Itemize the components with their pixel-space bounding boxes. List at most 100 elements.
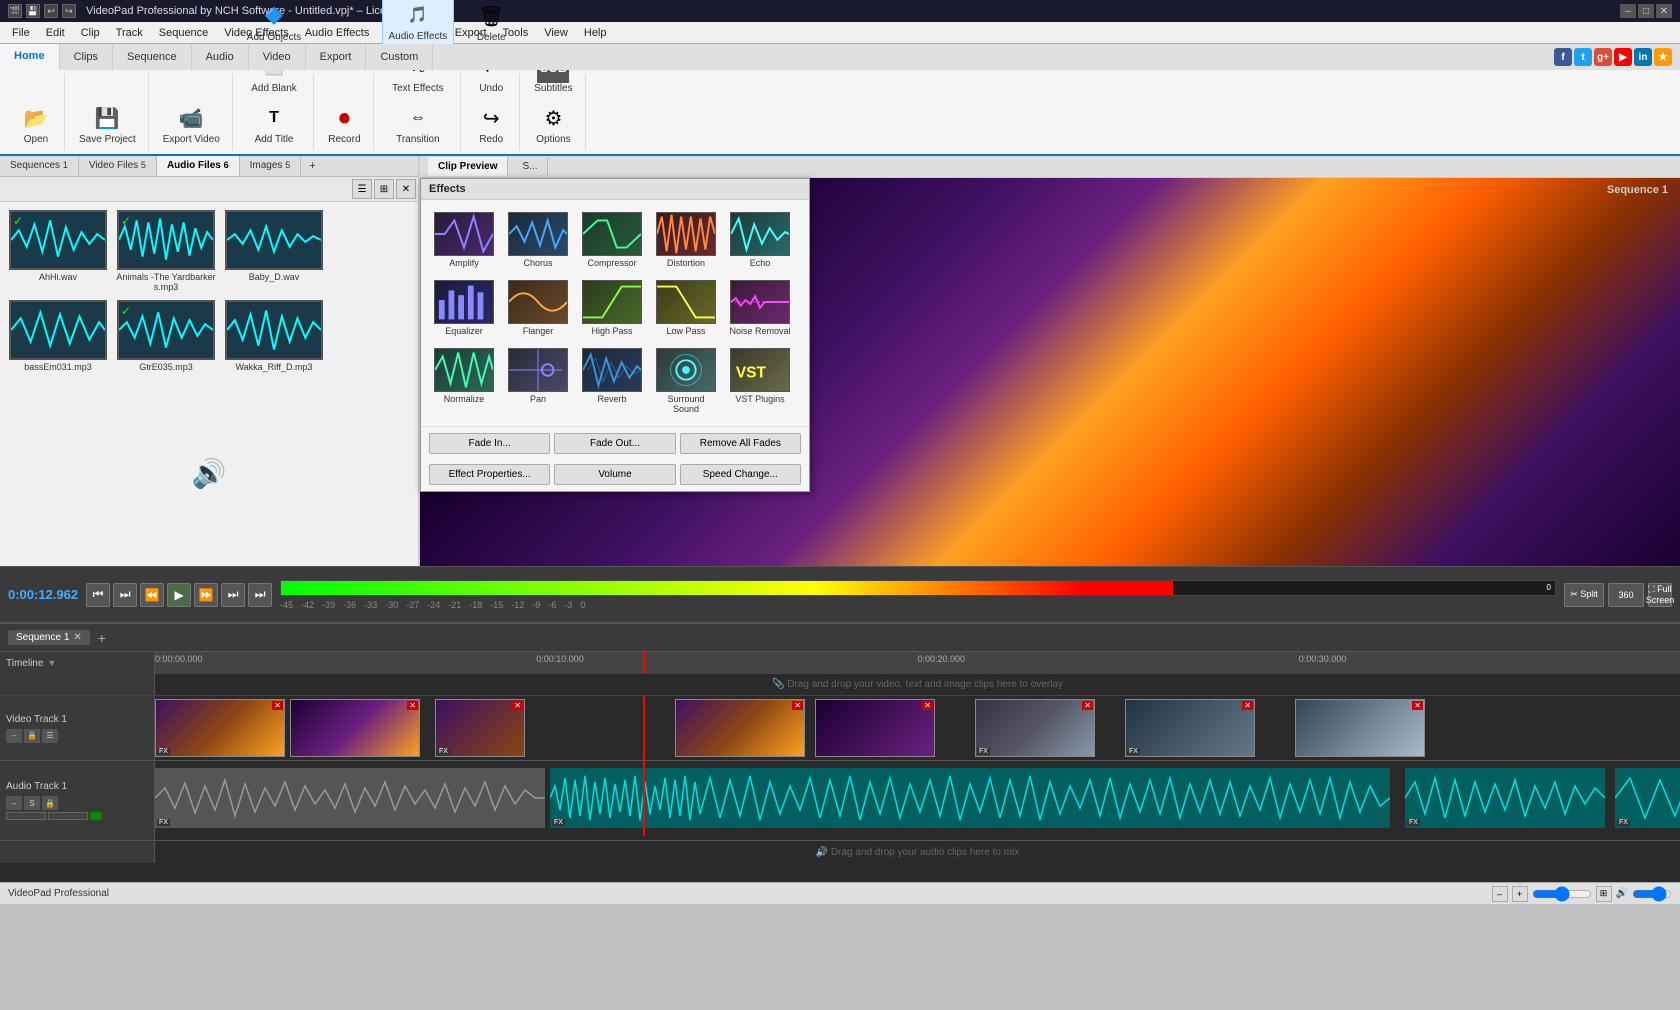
add-panel-tab[interactable]: +	[301, 156, 323, 176]
effect-chorus[interactable]: Chorus	[503, 208, 573, 272]
add-title-button[interactable]: T Add Title	[249, 99, 300, 148]
remove-all-fades-button[interactable]: Remove All Fades	[680, 433, 801, 454]
tab-home[interactable]: Home	[0, 44, 60, 70]
video-track-mute[interactable]: –	[6, 729, 22, 743]
effect-noiseremoval[interactable]: Noise Removal	[725, 276, 795, 340]
effect-equalizer[interactable]: Equalizer	[429, 276, 499, 340]
save-project-button[interactable]: 💾 Save Project	[73, 99, 142, 148]
youtube-icon[interactable]: ▶	[1614, 48, 1632, 66]
menu-sequence[interactable]: Sequence	[151, 22, 217, 43]
tab-sequence-preview[interactable]: S...	[512, 157, 548, 176]
volume-button[interactable]: Volume	[554, 464, 675, 485]
video-clip-3[interactable]: FX ✕	[435, 699, 525, 757]
file-item-wakka[interactable]: Wakka_Riff_D.mp3	[224, 300, 324, 372]
redo-small[interactable]: ↪	[62, 4, 76, 18]
tab-export[interactable]: Export	[306, 44, 367, 70]
star-icon[interactable]: ★	[1654, 48, 1672, 66]
zoom-slider[interactable]	[1532, 888, 1592, 900]
x-badge-3[interactable]: ✕	[512, 701, 523, 710]
pan-slider[interactable]	[48, 812, 88, 820]
tab-audio[interactable]: Audio	[192, 44, 249, 70]
file-item-ahhi[interactable]: ✓ AhHi.wav	[8, 210, 108, 292]
minimize-button[interactable]: –	[1620, 4, 1636, 18]
tab-custom[interactable]: Custom	[366, 44, 433, 70]
x-badge-4[interactable]: ✕	[792, 701, 803, 710]
close-button[interactable]: ✕	[1656, 4, 1672, 18]
tab-sequence[interactable]: Sequence	[113, 44, 192, 70]
maximize-button[interactable]: □	[1638, 4, 1654, 18]
play-button[interactable]: ▶	[167, 583, 191, 607]
file-item-bassem[interactable]: bassEm031.mp3	[8, 300, 108, 372]
effect-pan[interactable]: Pan	[503, 344, 573, 418]
sequence-tab-close[interactable]: ✕	[73, 632, 81, 643]
effect-properties-button[interactable]: Effect Properties...	[429, 464, 550, 485]
fit-btn[interactable]: ⊞	[1596, 886, 1612, 902]
effect-compressor[interactable]: Compressor	[577, 208, 647, 272]
effect-normalize[interactable]: Normalize	[429, 344, 499, 418]
x-badge-5[interactable]: ✕	[922, 701, 933, 710]
video-clip-6[interactable]: FX ✕	[975, 699, 1095, 757]
file-item-animals[interactable]: ✓ Animals -The Yardbarkers.mp3	[116, 210, 216, 292]
split-button[interactable]: ✂ Split	[1564, 583, 1604, 607]
volume-status-slider[interactable]	[1632, 888, 1672, 900]
skip-end-button[interactable]: ⏭	[248, 583, 272, 607]
tab-clip-preview[interactable]: Clip Preview	[428, 157, 508, 176]
video-clip-8[interactable]: ✕	[1295, 699, 1425, 757]
audio-track-mute[interactable]: –	[6, 796, 22, 810]
audio-clip-cyan-3[interactable]: FX	[1615, 768, 1680, 828]
x-badge-2[interactable]: ✕	[407, 701, 418, 710]
sequence-1-tab[interactable]: Sequence 1 ✕	[8, 630, 90, 645]
effect-distortion[interactable]: Distortion	[651, 208, 721, 272]
effect-reverb[interactable]: Reverb	[577, 344, 647, 418]
options-button[interactable]: ⚙ Options	[530, 99, 576, 148]
tab-audio-files[interactable]: Audio Files 6	[157, 156, 240, 176]
effect-amplify[interactable]: Amplify	[429, 208, 499, 272]
google-plus-icon[interactable]: g+	[1594, 48, 1612, 66]
tab-video[interactable]: Video	[249, 44, 306, 70]
effect-flanger[interactable]: Flanger	[503, 276, 573, 340]
record-arm-btn[interactable]	[90, 812, 102, 820]
audio-clip-cyan-2[interactable]: FX	[1405, 768, 1605, 828]
menu-edit[interactable]: Edit	[38, 22, 73, 43]
video-clip-7[interactable]: FX ✕	[1125, 699, 1255, 757]
window-controls[interactable]: – □ ✕	[1620, 4, 1672, 18]
x-badge-8[interactable]: ✕	[1412, 701, 1423, 710]
fast-forward-button[interactable]: ⏩	[194, 583, 218, 607]
add-sequence-button[interactable]: +	[98, 630, 106, 646]
360-button[interactable]: 360	[1608, 583, 1644, 607]
x-badge-1[interactable]: ✕	[272, 701, 283, 710]
effect-lowpass[interactable]: Low Pass	[651, 276, 721, 340]
tab-clips[interactable]: Clips	[60, 44, 113, 70]
playhead[interactable]	[643, 652, 645, 674]
fullscreen-button[interactable]: ⛶ Full Screen	[1648, 583, 1672, 607]
fade-in-button[interactable]: Fade In...	[429, 433, 550, 454]
x-badge-7[interactable]: ✕	[1242, 701, 1253, 710]
video-clip-5[interactable]: ✕	[815, 699, 935, 757]
timeline-ruler[interactable]: 0:00:00.000 0:00:10.000 0:00:20.000 0:00…	[155, 652, 1680, 674]
tab-sequences[interactable]: Sequences 1	[0, 156, 79, 176]
video-clip-2[interactable]: ✕	[290, 699, 420, 757]
tab-video-files[interactable]: Video Files 5	[79, 156, 157, 176]
video-clip-1[interactable]: FX ✕	[155, 699, 285, 757]
export-video-button[interactable]: 📹 Export Video	[157, 99, 226, 148]
transition-button[interactable]: ⇔ Transition	[390, 99, 446, 148]
tab-images[interactable]: Images 5	[240, 156, 302, 176]
video-track-lock[interactable]: 🔒	[24, 729, 40, 743]
panel-delete-btn[interactable]: ✕	[396, 179, 416, 199]
menu-track[interactable]: Track	[108, 22, 151, 43]
rewind-button[interactable]: ⏪	[140, 583, 164, 607]
linkedin-icon[interactable]: in	[1634, 48, 1652, 66]
video-clip-4[interactable]: ✕	[675, 699, 805, 757]
effect-echo[interactable]: Echo	[725, 208, 795, 272]
effect-highpass[interactable]: High Pass	[577, 276, 647, 340]
menu-audio-effects[interactable]: Audio Effects	[297, 22, 378, 43]
file-item-gtre[interactable]: ✓ GtrE035.mp3	[116, 300, 216, 372]
delete-button[interactable]: 🗑 Delete	[469, 0, 513, 46]
effect-surroundsound[interactable]: Surround Sound	[651, 344, 721, 418]
save-icon-small[interactable]: 💾	[26, 4, 40, 18]
prev-frame-button[interactable]: ⏭	[113, 583, 137, 607]
volume-slider[interactable]	[6, 812, 46, 820]
record-button[interactable]: ⏺ Record	[322, 99, 366, 148]
audio-effects-button[interactable]: 🎵 Audio Effects	[382, 0, 455, 46]
x-badge-6[interactable]: ✕	[1082, 701, 1093, 710]
